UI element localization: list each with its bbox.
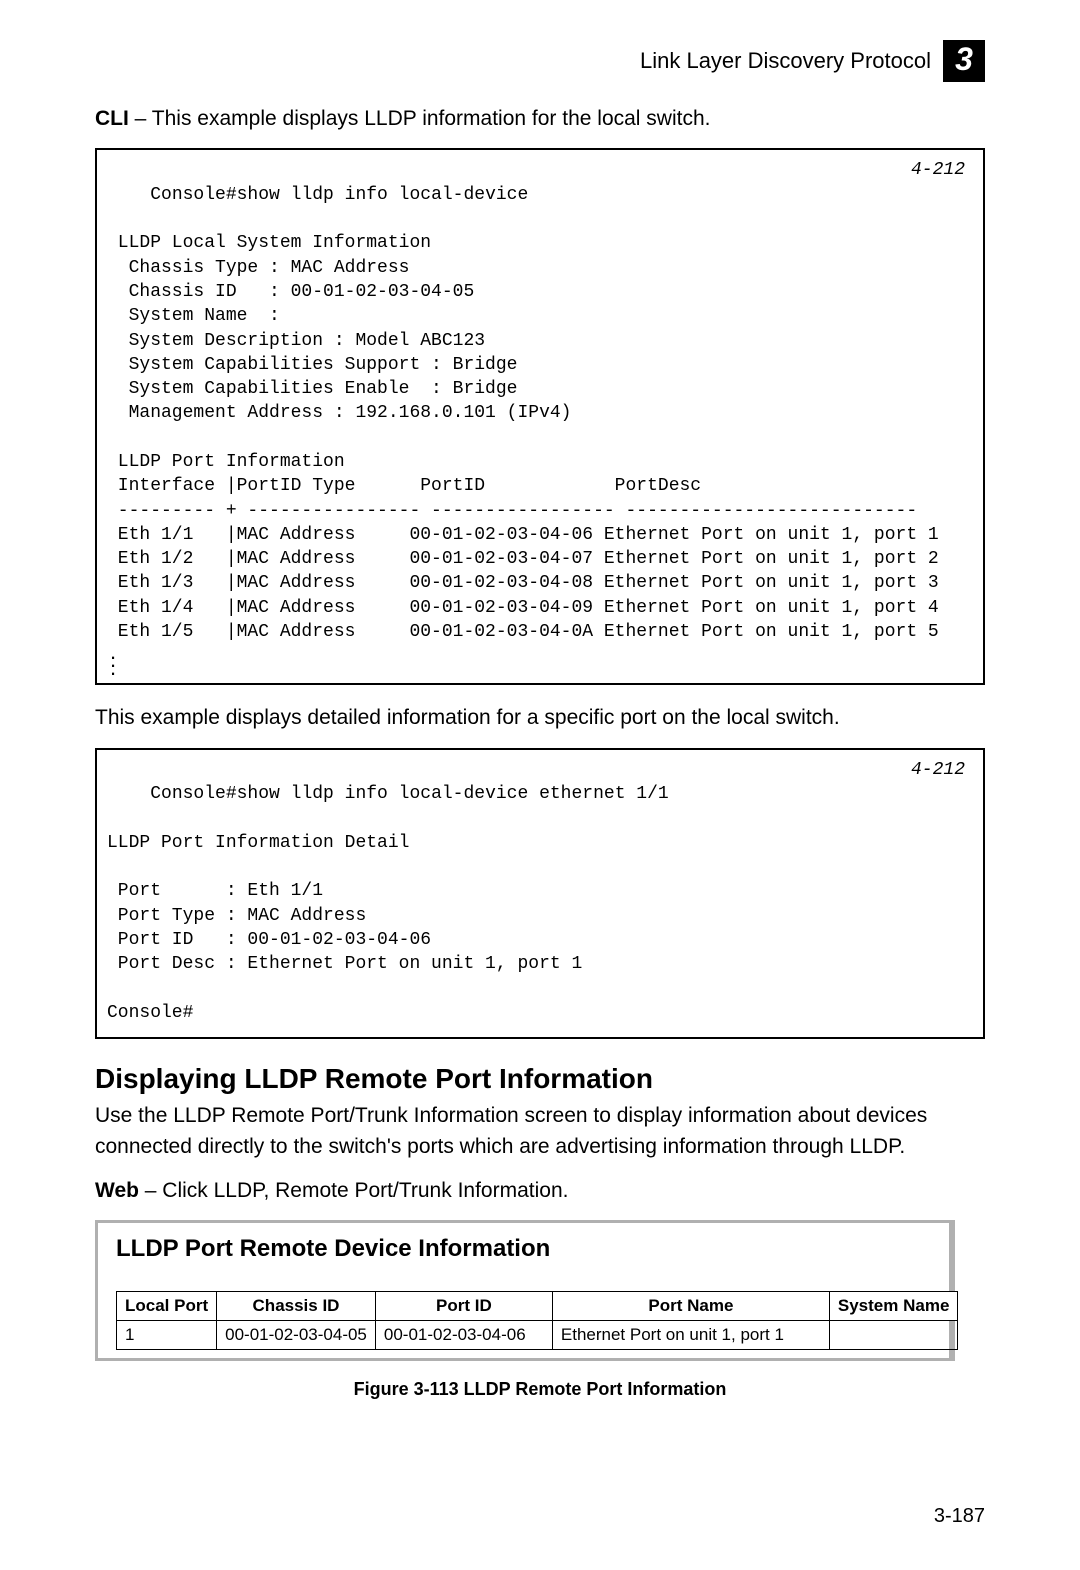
document-page: Link Layer Discovery Protocol 3 CLI – Th… [0, 0, 1080, 1570]
cli1-l10: Management Address : 192.168.0.101 (IPv4… [107, 403, 571, 423]
cell-chassis-id: 00-01-02-03-04-05 [217, 1321, 376, 1350]
cli-intro-2: This example displays detailed informati… [95, 703, 985, 733]
cli2-l10: Console# [107, 1003, 193, 1023]
ellipsis-icon: ... [110, 648, 973, 671]
cell-system-name [829, 1321, 958, 1350]
cell-port-id: 00-01-02-03-04-06 [375, 1321, 552, 1350]
cli1-l7: System Description : Model ABC123 [107, 331, 485, 351]
web-label: Web [95, 1179, 139, 1202]
cli1-l5: Chassis ID : 00-01-02-03-04-05 [107, 282, 474, 302]
cli2-page-ref: 4-212 [911, 758, 965, 782]
cli-intro-1: CLI – This example displays LLDP informa… [95, 104, 985, 134]
table-header-row: Local Port Chassis ID Port ID Port Name … [117, 1292, 958, 1321]
remote-device-table: Local Port Chassis ID Port ID Port Name … [116, 1291, 958, 1350]
cli1-l15: Eth 1/1 |MAC Address 00-01-02-03-04-06 E… [107, 525, 939, 545]
cli1-l17: Eth 1/3 |MAC Address 00-01-02-03-04-08 E… [107, 573, 939, 593]
table-row: 1 00-01-02-03-04-05 00-01-02-03-04-06 Et… [117, 1321, 958, 1350]
cli2-l3: LLDP Port Information Detail [107, 833, 409, 853]
col-system-name: System Name [829, 1292, 958, 1321]
header-title: Link Layer Discovery Protocol [640, 48, 931, 74]
cli1-l14: --------- + ---------------- -----------… [107, 501, 917, 521]
cli1-l13: Interface |PortID Type PortID PortDesc [107, 476, 701, 496]
cell-port-name: Ethernet Port on unit 1, port 1 [552, 1321, 829, 1350]
cli2-l6: Port Type : MAC Address [107, 906, 366, 926]
cli1-l16: Eth 1/2 |MAC Address 00-01-02-03-04-07 E… [107, 549, 939, 569]
chapter-badge: 3 [943, 40, 985, 82]
col-chassis-id: Chassis ID [217, 1292, 376, 1321]
section-heading: Displaying LLDP Remote Port Information [95, 1063, 985, 1095]
cli1-l19: Eth 1/5 |MAC Address 00-01-02-03-04-0A E… [107, 622, 939, 642]
cli1-l9: System Capabilities Enable : Bridge [107, 379, 517, 399]
col-local-port: Local Port [117, 1292, 217, 1321]
cli-intro-text: – This example displays LLDP information… [129, 107, 711, 130]
cli-label: CLI [95, 107, 129, 130]
cli1-l4: Chassis Type : MAC Address [107, 258, 409, 278]
cli2-l1: Console#show lldp info local-device ethe… [150, 784, 668, 804]
cell-local-port: 1 [117, 1321, 217, 1350]
cli1-l8: System Capabilities Support : Bridge [107, 355, 517, 375]
web-nav-text: – Click LLDP, Remote Port/Trunk Informat… [139, 1179, 569, 1202]
page-header: Link Layer Discovery Protocol 3 [95, 40, 985, 82]
figure-caption: Figure 3-113 LLDP Remote Port Informatio… [95, 1379, 985, 1400]
cli1-l6: System Name : [107, 306, 280, 326]
section-paragraph: Use the LLDP Remote Port/Trunk Informati… [95, 1101, 985, 1162]
cli2-l8: Port Desc : Ethernet Port on unit 1, por… [107, 954, 582, 974]
cli2-l7: Port ID : 00-01-02-03-04-06 [107, 930, 431, 950]
cli-output-2: 4-212 Console#show lldp info local-device… [95, 748, 985, 1039]
cli1-l12: LLDP Port Information [107, 452, 345, 472]
cli1-page-ref: 4-212 [911, 158, 965, 182]
cli1-l1: Console#show lldp info local-device [150, 185, 528, 205]
col-port-id: Port ID [375, 1292, 552, 1321]
cli-output-1: 4-212 Console#show lldp info local-device… [95, 148, 985, 685]
cli2-l5: Port : Eth 1/1 [107, 881, 323, 901]
web-panel-title: LLDP Port Remote Device Information [116, 1235, 931, 1263]
cli1-l3: LLDP Local System Information [107, 233, 431, 253]
col-port-name: Port Name [552, 1292, 829, 1321]
page-number: 3-187 [934, 1505, 985, 1528]
web-screenshot: LLDP Port Remote Device Information Loca… [95, 1220, 955, 1361]
cli1-l18: Eth 1/4 |MAC Address 00-01-02-03-04-09 E… [107, 598, 939, 618]
web-nav-instruction: Web – Click LLDP, Remote Port/Trunk Info… [95, 1176, 985, 1206]
